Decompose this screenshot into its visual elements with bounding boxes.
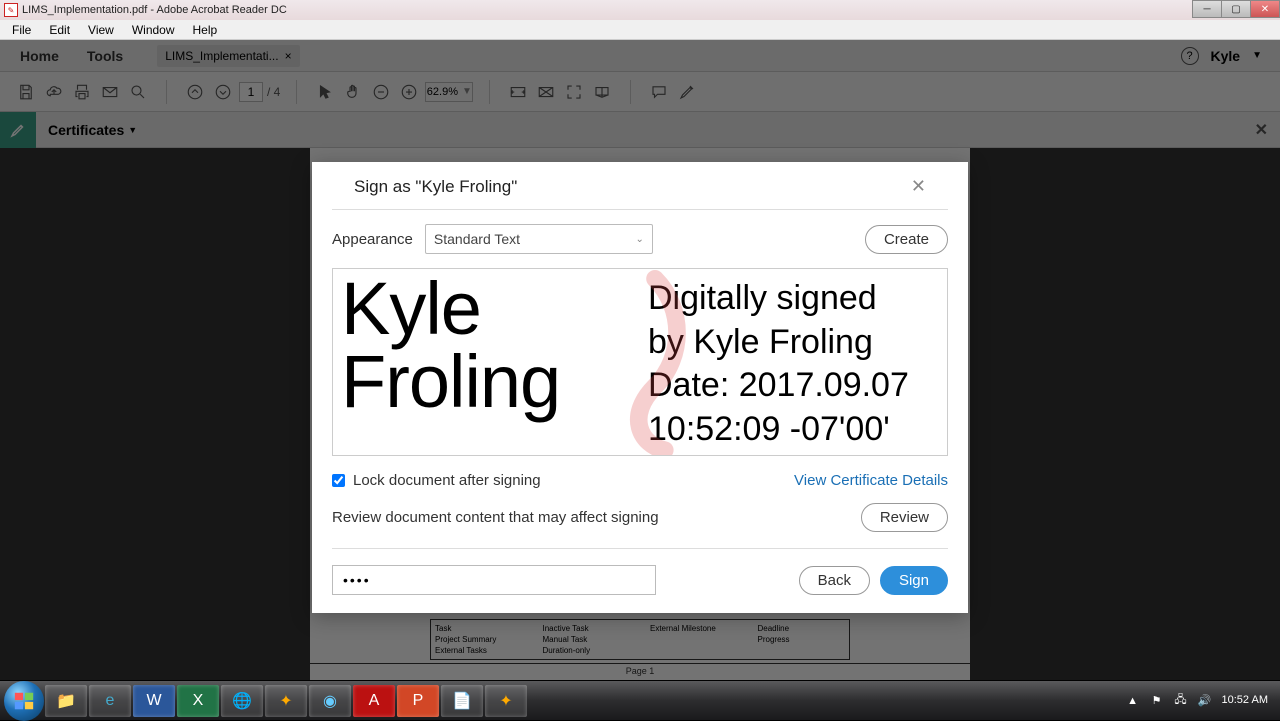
menu-view[interactable]: View xyxy=(80,21,122,39)
taskbar-word-icon[interactable]: W xyxy=(133,685,175,717)
tray-clock[interactable]: 10:52 AM xyxy=(1222,694,1268,706)
taskbar-acrobat-icon[interactable]: A xyxy=(353,685,395,717)
window-close-button[interactable]: ✕ xyxy=(1250,0,1280,18)
dialog-close-button[interactable]: ✕ xyxy=(911,176,926,197)
appearance-label: Appearance xyxy=(332,231,413,248)
taskbar-notepad-icon[interactable]: 📄 xyxy=(441,685,483,717)
menu-file[interactable]: File xyxy=(4,21,39,39)
taskbar-chrome-icon[interactable]: 🌐 xyxy=(221,685,263,717)
taskbar-ie-icon[interactable]: e xyxy=(89,685,131,717)
tray-network-icon[interactable]: 🖧 xyxy=(1174,694,1188,708)
taskbar: 📁 e W X 🌐 ✦ ◉ A P 📄 ✦ ▲ ⚑ 🖧 🔊 10:52 AM xyxy=(0,680,1280,720)
system-tray: ▲ ⚑ 🖧 🔊 10:52 AM xyxy=(1126,694,1276,708)
menu-help[interactable]: Help xyxy=(185,21,226,39)
chevron-down-icon: ⌄ xyxy=(636,234,644,245)
taskbar-app3-icon[interactable]: ✦ xyxy=(485,685,527,717)
back-button[interactable]: Back xyxy=(799,566,870,595)
lock-document-label: Lock document after signing xyxy=(353,472,541,489)
pdf-app-icon: ✎ xyxy=(4,3,18,17)
tray-flag-icon[interactable]: ⚑ xyxy=(1150,694,1164,708)
review-button[interactable]: Review xyxy=(861,503,948,532)
appearance-select[interactable]: Standard Text ⌄ xyxy=(425,224,653,254)
signature-preview: Kyle Froling Digitally signed by Kyle Fr… xyxy=(332,268,948,456)
view-certificate-link[interactable]: View Certificate Details xyxy=(794,472,948,489)
taskbar-powerpoint-icon[interactable]: P xyxy=(397,685,439,717)
lock-document-checkbox[interactable] xyxy=(332,474,345,487)
tray-expand-icon[interactable]: ▲ xyxy=(1126,694,1140,708)
signature-name: Kyle Froling xyxy=(333,269,644,455)
sign-button[interactable]: Sign xyxy=(880,566,948,595)
window-titlebar: ✎ LIMS_Implementation.pdf - Adobe Acroba… xyxy=(0,0,1280,20)
menubar: File Edit View Window Help xyxy=(0,20,1280,40)
create-button[interactable]: Create xyxy=(865,225,948,254)
review-label: Review document content that may affect … xyxy=(332,509,659,526)
appearance-value: Standard Text xyxy=(434,231,520,247)
menu-window[interactable]: Window xyxy=(124,21,183,39)
sign-dialog: Sign as "Kyle Froling" ✕ Appearance Stan… xyxy=(312,162,968,613)
taskbar-app1-icon[interactable]: ✦ xyxy=(265,685,307,717)
tray-volume-icon[interactable]: 🔊 xyxy=(1198,694,1212,708)
pdf-watermark-icon xyxy=(615,269,695,455)
taskbar-app2-icon[interactable]: ◉ xyxy=(309,685,351,717)
window-minimize-button[interactable]: ─ xyxy=(1192,0,1222,18)
start-button[interactable] xyxy=(4,681,44,721)
dialog-title: Sign as "Kyle Froling" xyxy=(354,177,517,197)
menu-edit[interactable]: Edit xyxy=(41,21,78,39)
window-maximize-button[interactable]: ▢ xyxy=(1221,0,1251,18)
taskbar-excel-icon[interactable]: X xyxy=(177,685,219,717)
password-input[interactable] xyxy=(332,565,656,595)
taskbar-explorer-icon[interactable]: 📁 xyxy=(45,685,87,717)
window-title: LIMS_Implementation.pdf - Adobe Acrobat … xyxy=(22,4,287,16)
